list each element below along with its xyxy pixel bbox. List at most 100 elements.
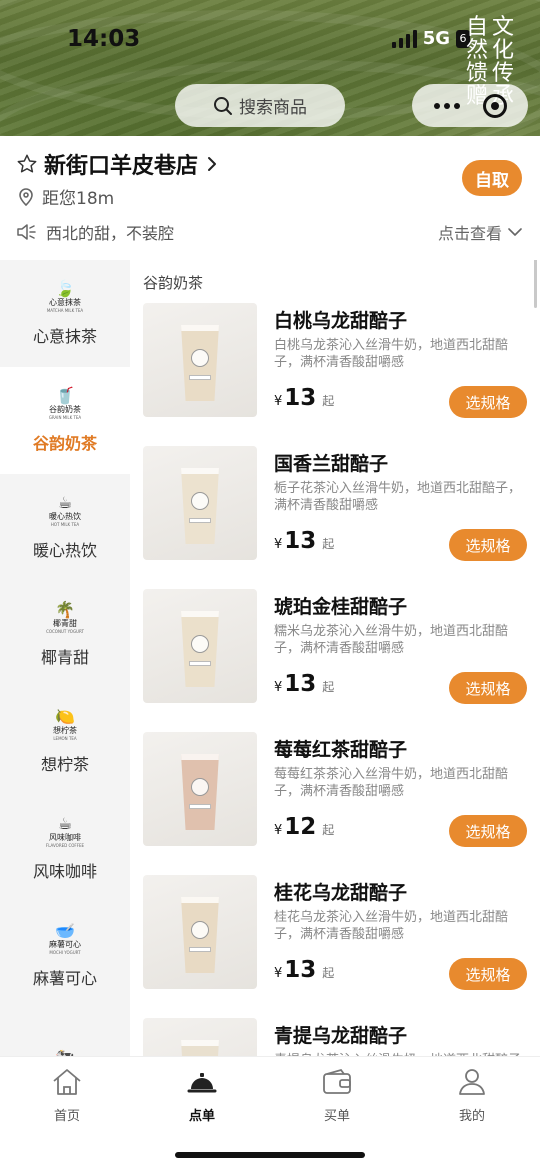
status-time: 14:03 xyxy=(67,26,141,52)
scrollbar[interactable] xyxy=(534,260,537,308)
store-distance: 距您18m xyxy=(18,184,114,209)
category-logo-text: 椰青甜 xyxy=(52,618,77,628)
category-item[interactable]: 🍋 想柠茶 LEMON TEA 想柠茶 xyxy=(0,688,130,795)
category-item[interactable]: 🍃 心意抹茶 MATCHA MILK TEA 心意抹茶 xyxy=(0,260,130,367)
search-icon xyxy=(214,96,232,115)
product-card[interactable]: 琥珀金桂甜醅子 糯米乌龙茶沁入丝滑牛奶，地道西北甜醅子，满杯清香酸甜嚼感 ¥13 起 选… xyxy=(143,589,533,707)
category-logo: 🌴 椰青甜 COCONUT YOGURT xyxy=(46,601,84,634)
category-logo-text: 麻薯可心 xyxy=(49,939,81,949)
cup-image xyxy=(181,468,219,544)
category-logo-icon: 🥣 xyxy=(55,920,75,940)
tab-label: 买单 xyxy=(323,1109,350,1124)
category-logo-icon: 🍋 xyxy=(55,706,75,726)
price-suffix: 起 xyxy=(322,680,335,694)
category-sidebar: 🍃 心意抹茶 MATCHA MILK TEA 心意抹茶 🥤 谷韵奶茶 GRAIN MILK … xyxy=(0,260,130,1056)
chevron-down-icon xyxy=(508,228,522,236)
product-description: 糯米乌龙茶沁入丝滑牛奶，地道西北甜醅子，满杯清香酸甜嚼感 xyxy=(274,624,509,656)
signal-icon xyxy=(391,29,417,48)
tab-label: 首页 xyxy=(53,1109,80,1124)
product-name: 国香兰甜醅子 xyxy=(274,453,389,475)
view-more-link[interactable]: 点击查看 xyxy=(438,220,522,244)
home-indicator[interactable] xyxy=(175,1152,365,1158)
price-suffix: 起 xyxy=(322,823,335,837)
product-image[interactable] xyxy=(143,1018,257,1056)
category-logo-subtext: COCONUT YOGURT xyxy=(46,628,84,634)
close-mini-program-icon[interactable] xyxy=(482,93,507,118)
tab-item[interactable]: 我的 xyxy=(432,1067,512,1124)
product-price: ¥13 起 xyxy=(274,671,334,697)
tab-label: 我的 xyxy=(458,1109,485,1124)
header-banner: 14:03 5G 6 自然馈赠 文化传承 搜索商品 xyxy=(0,0,540,136)
tab-item[interactable]: 首页 xyxy=(27,1067,107,1124)
search-placeholder: 搜索商品 xyxy=(239,98,307,118)
tab-label: 点单 xyxy=(188,1109,215,1124)
product-name: 莓莓红茶甜醅子 xyxy=(274,739,408,761)
store-name: 新街口羊皮巷店 xyxy=(44,154,199,179)
category-logo: 🐄 xyxy=(55,1048,75,1056)
product-price: ¥13 起 xyxy=(274,385,334,411)
category-logo: ☕ 风味咖啡 FLAVORED COFFEE xyxy=(46,813,84,848)
order-bell-icon xyxy=(186,1067,218,1101)
category-label: 麻薯可心 xyxy=(32,968,97,988)
cup-image xyxy=(181,325,219,401)
category-item[interactable]: 🐄 xyxy=(0,1009,130,1056)
network-type: 5G xyxy=(422,28,450,49)
category-logo: 🥣 麻薯可心 MOCHI YOGURT xyxy=(49,920,81,955)
store-selector[interactable]: 新街口羊皮巷店 xyxy=(16,148,220,180)
category-logo-icon: ☕ xyxy=(57,813,73,833)
category-logo-subtext: LEMON TEA xyxy=(53,735,77,741)
location-pin-icon xyxy=(19,187,33,206)
price-value: 13 xyxy=(284,385,317,411)
product-price: ¥12 起 xyxy=(274,814,334,840)
category-item[interactable]: ☕ 暖心热饮 HOT MILK TEA 暖心热饮 xyxy=(0,474,130,581)
price-currency: ¥ xyxy=(274,966,283,981)
pickup-button[interactable]: 自取 xyxy=(462,160,522,196)
choose-spec-button[interactable]: 选规格 xyxy=(449,815,527,847)
product-card[interactable]: 桂花乌龙甜醅子 桂花乌龙茶沁入丝滑牛奶，地道西北甜醅子，满杯清香酸甜嚼感 ¥13 起 选… xyxy=(143,875,533,993)
product-card[interactable]: 青提乌龙甜醅子青提乌龙茶沁入丝滑牛奶，地道西北甜醅子 xyxy=(143,1018,533,1056)
choose-spec-button[interactable]: 选规格 xyxy=(449,672,527,704)
tab-item[interactable]: 买单 xyxy=(297,1067,377,1124)
product-card[interactable]: 国香兰甜醅子 栀子花茶沁入丝滑牛奶，地道西北甜醅子，满杯清香酸甜嚼感 ¥13 起 选规格 xyxy=(143,446,533,564)
store-info: 新街口羊皮巷店 距您18m 西北的甜，不装腔 点击查看 xyxy=(0,136,540,260)
category-item[interactable]: 🌴 椰青甜 COCONUT YOGURT 椰青甜 xyxy=(0,581,130,688)
product-image[interactable] xyxy=(143,732,257,846)
product-image[interactable] xyxy=(143,303,257,417)
choose-spec-button[interactable]: 选规格 xyxy=(449,386,527,418)
category-item[interactable]: 🥤 谷韵奶茶 GRAIN MILK TEA 谷韵奶茶 xyxy=(0,367,130,474)
app-page: 14:03 5G 6 自然馈赠 文化传承 搜索商品 xyxy=(0,0,540,1171)
tab-item[interactable]: 点单 xyxy=(162,1067,242,1124)
product-description: 白桃乌龙茶沁入丝滑牛奶，地道西北甜醅子，满杯清香酸甜嚼感 xyxy=(274,338,509,370)
product-price: ¥13 起 xyxy=(274,528,334,554)
product-card[interactable]: 莓莓红茶甜醅子莓莓红茶茶沁入丝滑牛奶，地道西北甜醅子，满杯清香酸甜嚼感 ¥12 起 选… xyxy=(143,732,533,850)
cup-image xyxy=(181,754,219,830)
choose-spec-button[interactable]: 选规格 xyxy=(449,529,527,561)
choose-spec-button[interactable]: 选规格 xyxy=(449,958,527,990)
store-notice: 西北的甜，不装腔 xyxy=(16,220,174,244)
price-currency: ¥ xyxy=(274,537,283,552)
category-item[interactable]: ☕ 风味咖啡 FLAVORED COFFEE 风味咖啡 xyxy=(0,795,130,902)
product-card[interactable]: 白桃乌龙甜醅子 白桃乌龙茶沁入丝滑牛奶，地道西北甜醅子，满杯清香酸甜嚼感 ¥13 起 选… xyxy=(143,303,533,421)
category-item[interactable]: 🥣 麻薯可心 MOCHI YOGURT 麻薯可心 xyxy=(0,902,130,1009)
category-logo-icon: 🍃 xyxy=(55,278,75,298)
category-logo-text: 风味咖啡 xyxy=(48,832,81,842)
product-description: 桂花乌龙茶沁入丝滑牛奶，地道西北甜醅子，满杯清香酸甜嚼感 xyxy=(274,910,509,942)
price-value: 13 xyxy=(284,528,317,554)
price-suffix: 起 xyxy=(322,966,335,980)
category-logo: 🥤 谷韵奶茶 GRAIN MILK TEA xyxy=(49,387,81,420)
category-label: 想柠茶 xyxy=(40,754,89,774)
category-logo: 🍃 心意抹茶 MATCHA MILK TEA xyxy=(47,278,83,313)
view-more-label: 点击查看 xyxy=(437,224,502,243)
product-image[interactable] xyxy=(143,589,257,703)
search-bar[interactable]: 搜索商品 xyxy=(175,84,345,127)
status-indicators: 5G 6 xyxy=(391,28,470,49)
product-description: 莓莓红茶茶沁入丝滑牛奶，地道西北甜醅子，满杯清香酸甜嚼感 xyxy=(274,767,509,799)
price-currency: ¥ xyxy=(274,680,283,695)
price-currency: ¥ xyxy=(274,823,283,838)
price-value: 13 xyxy=(284,957,317,983)
more-icon[interactable] xyxy=(433,102,460,109)
product-image[interactable] xyxy=(143,446,257,560)
category-label: 椰青甜 xyxy=(40,647,89,667)
star-icon[interactable] xyxy=(16,153,38,175)
product-image[interactable] xyxy=(143,875,257,989)
